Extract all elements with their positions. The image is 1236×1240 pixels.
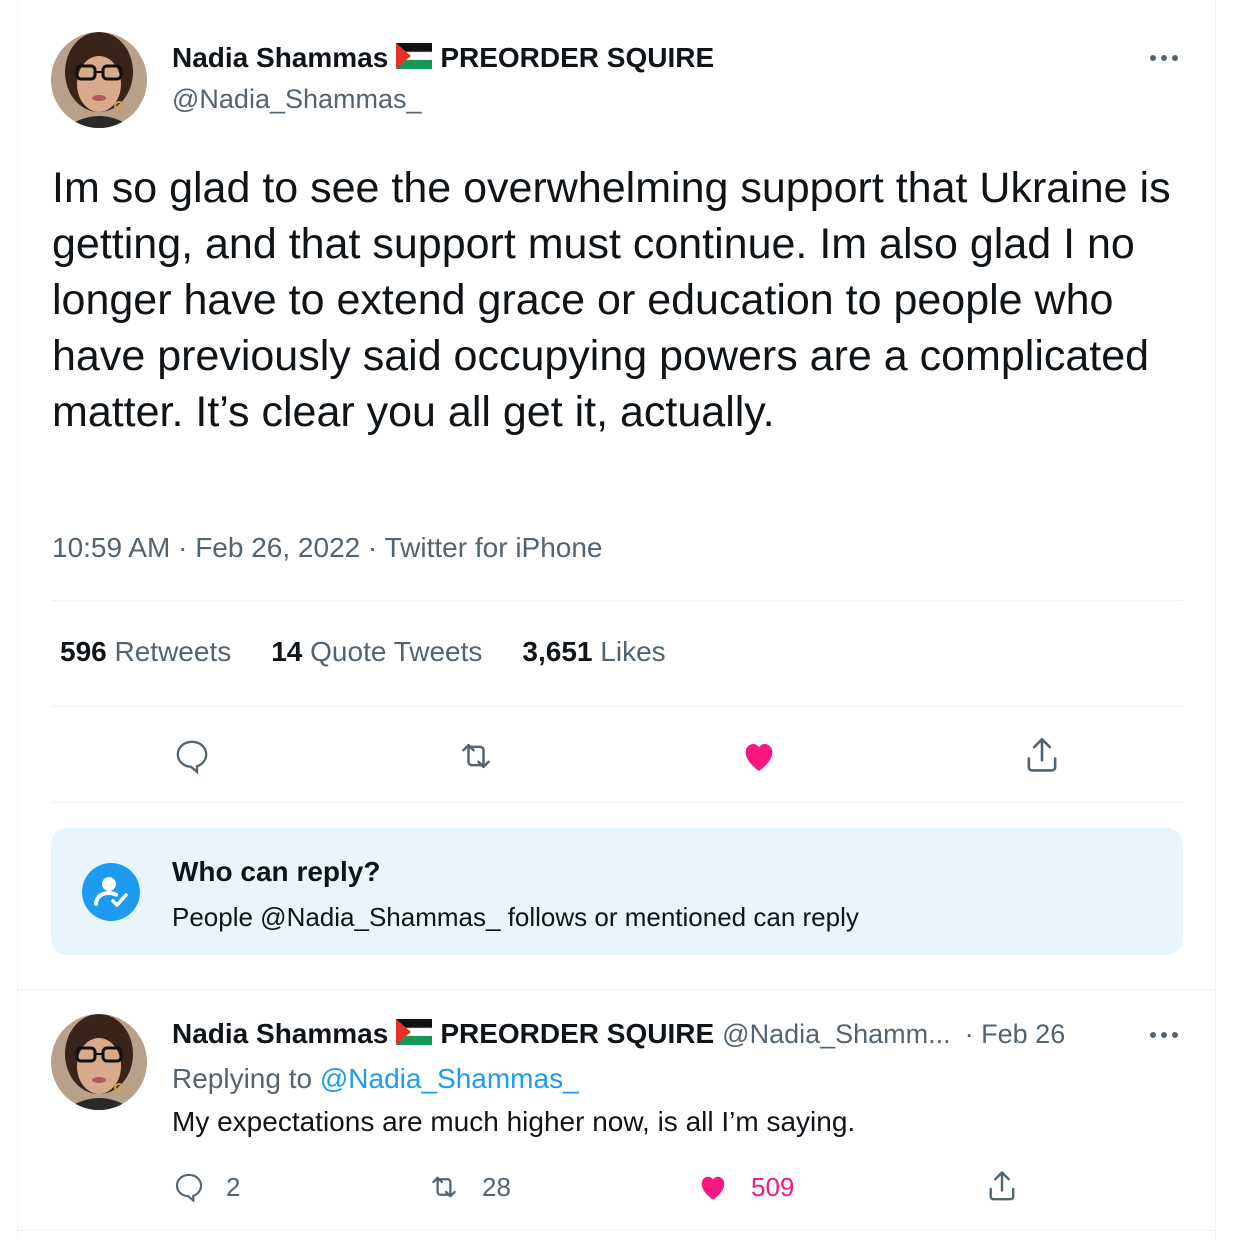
quotes-label: Quote Tweets [310,636,483,667]
retweet-count: 28 [482,1171,511,1202]
tweet-source[interactable]: Twitter for iPhone [385,532,603,563]
retweet-icon [462,743,490,769]
author-handle[interactable]: @Nadia_Shammas_ [172,84,422,115]
tweet-text: Im so glad to see the overwhelming suppo… [52,164,1171,436]
author-suffix[interactable]: PREORDER SQUIRE [440,42,714,74]
retweet-button[interactable]: 28 [426,1170,511,1204]
palestine-flag-icon [396,1018,433,1050]
like-button[interactable]: 509 [695,1170,794,1204]
reply-author-handle[interactable]: @Nadia_Shamm... [722,1019,951,1050]
tweet-separator [17,989,1216,990]
tweet-time[interactable]: 10:59 AM [52,532,170,563]
reply-author-name[interactable]: Nadia Shammas [172,1018,388,1050]
like-button[interactable] [738,736,780,776]
likes-stat[interactable]: 3,651 Likes [522,636,665,668]
reply-count: 2 [226,1171,241,1202]
retweet-button[interactable] [455,736,497,776]
replying-to: Replying to @Nadia_Shammas_ [172,1063,579,1095]
reply-date[interactable]: · Feb 26 [965,1019,1066,1050]
replying-prefix: Replying to [172,1063,313,1094]
who-can-reply-description: People @Nadia_Shammas_ follows or mentio… [172,902,859,932]
tweet-meta: 10:59 AM · Feb 26, 2022 · Twitter for iP… [52,532,603,563]
retweets-label: Retweets [114,636,232,667]
retweets-count: 596 [60,636,107,667]
share-button[interactable] [1021,734,1063,776]
quotes-stat[interactable]: 14 Quote Tweets [271,636,482,668]
share-button[interactable] [984,1168,1020,1204]
like-icon [701,1176,725,1200]
who-can-reply-icon [82,863,140,921]
likes-count: 3,651 [522,636,593,667]
reply-icon [176,740,208,775]
author-line: Nadia Shammas PREORDER SQUIRE [172,42,714,74]
quotes-count: 14 [271,636,303,667]
replying-handle-link[interactable]: @Nadia_Shammas_ [320,1063,579,1094]
reply-icon [175,1173,203,1203]
reply-author-line: Nadia Shammas PREORDER SQUIRE @Nadia_Sha… [172,1018,1065,1050]
like-count: 509 [751,1171,795,1202]
reply-button[interactable] [172,736,212,776]
retweet-icon [432,1176,456,1198]
tweet-separator [17,1230,1216,1231]
reply-author-suffix[interactable]: PREORDER SQUIRE [440,1018,714,1050]
who-can-reply-box: Who can reply? People @Nadia_Shammas_ fo… [51,828,1183,955]
likes-label: Likes [600,636,666,667]
reply-tweet-text: My expectations are much higher now, is … [172,1106,856,1137]
more-icon[interactable] [1150,55,1178,61]
divider [51,802,1183,803]
more-icon[interactable] [1150,1032,1178,1038]
reply-author-avatar[interactable] [51,1014,147,1110]
share-icon [989,1171,1015,1201]
divider [51,600,1183,601]
share-icon [1027,737,1057,772]
author-avatar[interactable] [51,32,147,128]
tweet-stats: 596 Retweets 14 Quote Tweets 3,651 Likes [60,636,706,668]
divider [51,706,1183,707]
retweets-stat[interactable]: 596 Retweets [60,636,231,668]
author-name[interactable]: Nadia Shammas [172,42,388,74]
tweet-date[interactable]: Feb 26, 2022 [195,532,360,563]
palestine-flag-icon [396,42,433,74]
who-can-reply-title: Who can reply? [172,856,381,887]
like-icon [745,744,773,771]
reply-button[interactable]: 2 [172,1170,240,1204]
